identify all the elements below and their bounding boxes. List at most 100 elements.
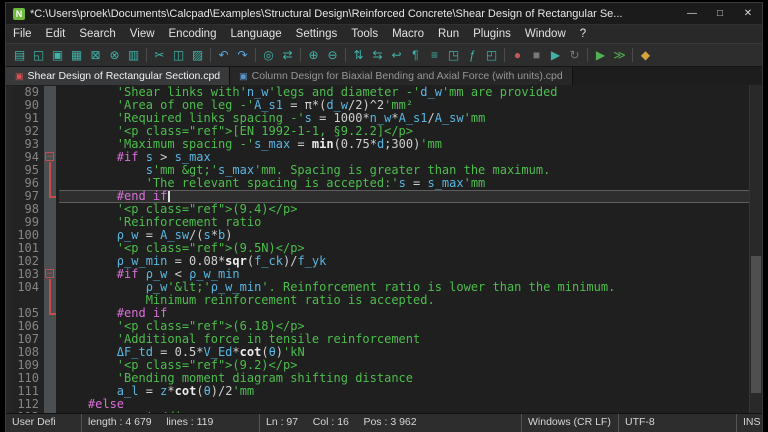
code-text: 'Area of one leg -'A_s1 = π*(d_w/2)^2'mm…: [59, 99, 750, 112]
fold-margin: [44, 320, 56, 333]
status-bar: User Defilength : 4 679 lines : 119Ln : …: [6, 413, 762, 432]
sync-horizontal-icon[interactable]: ⇆: [368, 44, 387, 66]
code-line[interactable]: 105#end if: [6, 307, 750, 320]
open-file-icon[interactable]: ◱: [29, 44, 48, 66]
fold-margin: [44, 398, 56, 411]
menu-item-settings[interactable]: Settings: [289, 25, 345, 43]
toolbar-separator: [587, 48, 588, 62]
code-line[interactable]: 103#if ρ_w < ρ_w_min: [6, 268, 750, 281]
code-line[interactable]: 90'Area of one leg -'A_s1 = π*(d_w/2)^2'…: [6, 99, 750, 112]
vertical-scrollbar[interactable]: [749, 85, 762, 413]
code-line[interactable]: 94#if s > s_max: [6, 151, 750, 164]
toolbar-separator: [300, 48, 301, 62]
zoom-out-icon[interactable]: ⊖: [323, 44, 342, 66]
code-text: '</div>: [59, 411, 750, 413]
code-text: a_l = z*cot(θ)/2'mm: [59, 385, 750, 398]
code-line[interactable]: 106'<p class="ref">(6.18)</p>: [6, 320, 750, 333]
fold-collapse-icon[interactable]: [44, 268, 56, 281]
new-file-icon[interactable]: ▤: [10, 44, 29, 66]
maximize-button[interactable]: □: [706, 3, 734, 24]
code-line[interactable]: 93'Maximum spacing -'s_max = min(0.75*d;…: [6, 138, 750, 151]
run-fast-icon[interactable]: ≫: [610, 44, 629, 66]
minimize-button[interactable]: —: [678, 3, 706, 24]
menu-item-plugins[interactable]: Plugins: [466, 25, 518, 43]
code-line[interactable]: 92'<p class="ref">[EN 1992-1-1, §9.2.2]<…: [6, 125, 750, 138]
status-encoding[interactable]: UTF-8: [618, 414, 736, 432]
code-text: 'Additional force in tensile reinforceme…: [59, 333, 750, 346]
code-line[interactable]: 95s'mm &gt;'s_max'mm. Spacing is greater…: [6, 164, 750, 177]
close-button[interactable]: ✕: [734, 3, 762, 24]
tab-2[interactable]: ▣Column Design for Biaxial Bending and A…: [230, 67, 573, 85]
status-doc-type[interactable]: User Defi: [6, 414, 81, 432]
menu-item-encoding[interactable]: Encoding: [162, 25, 224, 43]
code-line[interactable]: 111a_l = z*cot(θ)/2'mm: [6, 385, 750, 398]
status-cursor-position[interactable]: Ln : 97 Col : 16 Pos : 3 962: [259, 414, 521, 432]
replace-icon[interactable]: ⇄: [278, 44, 297, 66]
document-map-icon[interactable]: ◳: [444, 44, 463, 66]
tab-1[interactable]: ▣Shear Design of Rectangular Section.cpd: [6, 67, 230, 85]
print-icon[interactable]: ▥: [124, 44, 143, 66]
code-line[interactable]: 108ΔF_td = 0.5*V_Ed*cot(θ)'kN: [6, 346, 750, 359]
plugin-icon[interactable]: ◆: [636, 44, 655, 66]
editor[interactable]: 89'Shear links with'n_w'legs and diamete…: [6, 85, 762, 413]
menu-item-edit[interactable]: Edit: [39, 25, 73, 43]
menu-item-help[interactable]: ?: [573, 25, 593, 43]
cut-icon[interactable]: ✂: [150, 44, 169, 66]
code-line[interactable]: 109'<p class="ref">(9.2)</p>: [6, 359, 750, 372]
folder-as-workspace-icon[interactable]: ◰: [482, 44, 501, 66]
menu-item-macro[interactable]: Macro: [385, 25, 431, 43]
status-eol-format[interactable]: Windows (CR LF): [521, 414, 618, 432]
code-line[interactable]: 102ρ_w_min = 0.08*sqr(f_ck)/f_yk: [6, 255, 750, 268]
code-line[interactable]: 104ρ_w'&lt;'ρ_w_min'. Reinforcement rati…: [6, 281, 750, 294]
play-macro-icon[interactable]: ▶: [546, 44, 565, 66]
run-icon[interactable]: ▶: [591, 44, 610, 66]
paste-icon[interactable]: ▨: [188, 44, 207, 66]
word-wrap-icon[interactable]: ↩: [387, 44, 406, 66]
sync-vertical-icon[interactable]: ⇅: [349, 44, 368, 66]
undo-icon[interactable]: ↶: [214, 44, 233, 66]
status-insert-mode[interactable]: INS: [736, 414, 768, 432]
run-macro-multiple-icon[interactable]: ↻: [565, 44, 584, 66]
menu-item-tools[interactable]: Tools: [344, 25, 385, 43]
copy-icon[interactable]: ◫: [169, 44, 188, 66]
code-line[interactable]: 107'Additional force in tensile reinforc…: [6, 333, 750, 346]
close-file-icon[interactable]: ⊠: [86, 44, 105, 66]
menu-item-run[interactable]: Run: [431, 25, 466, 43]
code-line[interactable]: 91'Required links spacing -'s = 1000*n_w…: [6, 112, 750, 125]
find-icon[interactable]: ◎: [259, 44, 278, 66]
code-line[interactable]: 97#end if: [6, 190, 750, 203]
code-line[interactable]: 110'Bending moment diagram shifting dist…: [6, 372, 750, 385]
code-line[interactable]: 100ρ_w = A_sw/(s*b): [6, 229, 750, 242]
line-number: 113: [12, 411, 44, 413]
menu-item-search[interactable]: Search: [72, 25, 122, 43]
code-line[interactable]: Minimum reinforcement ratio is accepted.: [6, 294, 750, 307]
code-line[interactable]: 89'Shear links with'n_w'legs and diamete…: [6, 86, 750, 99]
status-doc-stats[interactable]: length : 4 679 lines : 119: [81, 414, 259, 432]
stop-recording-icon[interactable]: ■: [527, 44, 546, 66]
function-list-icon[interactable]: ƒ: [463, 44, 482, 66]
code-line[interactable]: 98'<p class="ref">(9.4)</p>: [6, 203, 750, 216]
redo-icon[interactable]: ↷: [233, 44, 252, 66]
code-line[interactable]: 101'<p class="ref">(9.5N)</p>: [6, 242, 750, 255]
code-line[interactable]: 113 '</div>: [6, 411, 750, 413]
save-file-icon[interactable]: ▣: [48, 44, 67, 66]
code-area[interactable]: 89'Shear links with'n_w'legs and diamete…: [6, 86, 750, 413]
scrollbar-thumb[interactable]: [751, 256, 761, 394]
close-all-icon[interactable]: ⊗: [105, 44, 124, 66]
menu-item-window[interactable]: Window: [518, 25, 573, 43]
fold-margin: [44, 112, 56, 125]
show-all-characters-icon[interactable]: ¶: [406, 44, 425, 66]
fold-collapse-icon[interactable]: [44, 151, 56, 164]
indent-guide-icon[interactable]: ≡: [425, 44, 444, 66]
record-macro-icon[interactable]: ●: [508, 44, 527, 66]
code-line[interactable]: 96'The relevant spacing is accepted:'s =…: [6, 177, 750, 190]
menu-item-view[interactable]: View: [123, 25, 162, 43]
menu-item-language[interactable]: Language: [223, 25, 288, 43]
title-bar[interactable]: N *C:\Users\proek\Documents\Calcpad\Exam…: [6, 3, 762, 24]
toolbar-separator: [345, 48, 346, 62]
code-line[interactable]: 99'Reinforcement ratio: [6, 216, 750, 229]
zoom-in-icon[interactable]: ⊕: [304, 44, 323, 66]
code-line[interactable]: 112#else: [6, 398, 750, 411]
save-all-icon[interactable]: ▦: [67, 44, 86, 66]
menu-item-file[interactable]: File: [6, 25, 39, 43]
